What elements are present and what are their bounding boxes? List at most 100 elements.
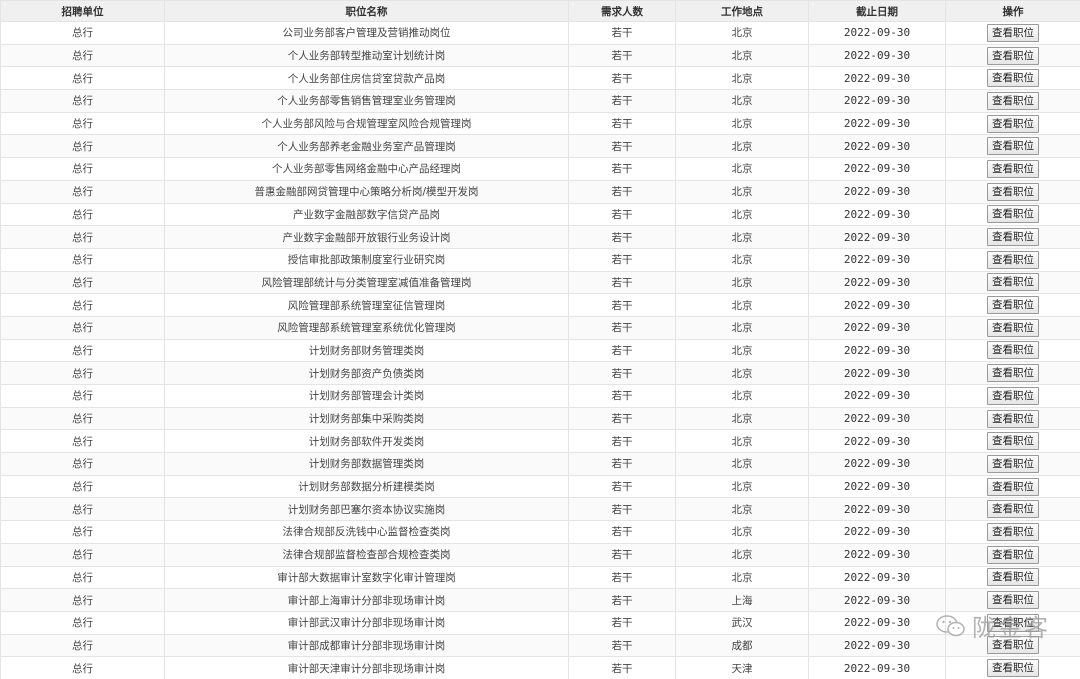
cell-location: 北京 xyxy=(675,157,809,181)
job-table: 招聘单位 职位名称 需求人数 工作地点 截止日期 操作 总行 公司业务部客户管理及… xyxy=(0,0,1080,679)
cell-location: 成都 xyxy=(675,633,809,658)
cell-title: 风险管理部统计与分类管理室减值准备管理岗 xyxy=(164,270,569,295)
view-job-button[interactable]: 查看职位 xyxy=(987,386,1039,405)
cell-count: 若干 xyxy=(568,542,676,567)
cell-location: 北京 xyxy=(675,247,809,272)
cell-deadline: 2022-09-30 xyxy=(808,179,946,204)
cell-count: 若干 xyxy=(568,202,676,227)
cell-action: 查看职位 xyxy=(945,497,1080,522)
cell-deadline: 2022-09-30 xyxy=(808,157,946,181)
cell-location: 北京 xyxy=(675,338,809,363)
cell-count: 若干 xyxy=(568,384,676,408)
view-job-button[interactable]: 查看职位 xyxy=(987,46,1039,65)
view-job-button[interactable]: 查看职位 xyxy=(987,568,1039,587)
view-job-button[interactable]: 查看职位 xyxy=(987,545,1039,564)
cell-action: 查看职位 xyxy=(945,384,1080,408)
cell-deadline: 2022-09-30 xyxy=(808,474,946,499)
cell-unit: 总行 xyxy=(0,474,165,499)
cell-unit: 总行 xyxy=(0,111,165,136)
cell-count: 若干 xyxy=(568,157,676,181)
cell-unit: 总行 xyxy=(0,225,165,249)
cell-location: 北京 xyxy=(675,429,809,454)
view-job-button[interactable]: 查看职位 xyxy=(987,659,1039,678)
view-job-button[interactable]: 查看职位 xyxy=(987,91,1039,110)
view-job-button[interactable]: 查看职位 xyxy=(987,409,1039,428)
cell-deadline: 2022-09-30 xyxy=(808,21,946,45)
cell-deadline: 2022-09-30 xyxy=(808,520,946,544)
view-job-button[interactable]: 查看职位 xyxy=(987,137,1039,156)
cell-action: 查看职位 xyxy=(945,157,1080,181)
cell-action: 查看职位 xyxy=(945,361,1080,385)
cell-count: 若干 xyxy=(568,247,676,272)
table-row: 总行 个人业务部住房信贷室贷款产品岗 若干 北京 2022-09-30 查看职位 xyxy=(0,66,1080,91)
cell-count: 若干 xyxy=(568,406,676,431)
cell-deadline: 2022-09-30 xyxy=(808,429,946,454)
cell-title: 计划财务部巴塞尔资本协议实施岗 xyxy=(164,497,569,522)
cell-action: 查看职位 xyxy=(945,338,1080,363)
view-job-button[interactable]: 查看职位 xyxy=(987,182,1039,201)
header-action: 操作 xyxy=(945,0,1080,22)
table-row: 总行 计划财务部集中采购类岗 若干 北京 2022-09-30 查看职位 xyxy=(0,406,1080,431)
view-job-button[interactable]: 查看职位 xyxy=(987,522,1039,541)
view-job-button[interactable]: 查看职位 xyxy=(987,454,1039,473)
table-row: 总行 计划财务部财务管理类岗 若干 北京 2022-09-30 查看职位 xyxy=(0,338,1080,363)
view-job-button[interactable]: 查看职位 xyxy=(987,250,1039,269)
cell-unit: 总行 xyxy=(0,588,165,612)
cell-location: 北京 xyxy=(675,474,809,499)
view-job-button[interactable]: 查看职位 xyxy=(987,273,1039,292)
cell-location: 北京 xyxy=(675,111,809,136)
view-job-button[interactable]: 查看职位 xyxy=(987,318,1039,337)
view-job-button[interactable]: 查看职位 xyxy=(987,205,1039,224)
view-job-button[interactable]: 查看职位 xyxy=(987,591,1039,610)
cell-unit: 总行 xyxy=(0,565,165,590)
view-job-button[interactable]: 查看职位 xyxy=(987,341,1039,360)
view-job-button[interactable]: 查看职位 xyxy=(987,114,1039,133)
cell-unit: 总行 xyxy=(0,66,165,91)
table-row: 总行 计划财务部数据分析建模类岗 若干 北京 2022-09-30 查看职位 xyxy=(0,474,1080,499)
view-job-button[interactable]: 查看职位 xyxy=(987,69,1039,88)
cell-deadline: 2022-09-30 xyxy=(808,66,946,91)
cell-count: 若干 xyxy=(568,66,676,91)
cell-action: 查看职位 xyxy=(945,656,1080,679)
cell-deadline: 2022-09-30 xyxy=(808,225,946,249)
header-title: 职位名称 xyxy=(164,0,569,22)
table-row: 总行 计划财务部资产负债类岗 若干 北京 2022-09-30 查看职位 xyxy=(0,361,1080,385)
view-job-button[interactable]: 查看职位 xyxy=(987,500,1039,519)
table-row: 总行 风险管理部系统管理室系统优化管理岗 若干 北京 2022-09-30 查看职位 xyxy=(0,315,1080,340)
cell-count: 若干 xyxy=(568,21,676,45)
cell-action: 查看职位 xyxy=(945,202,1080,227)
cell-title: 授信审批部政策制度室行业研究岗 xyxy=(164,247,569,272)
cell-action: 查看职位 xyxy=(945,21,1080,45)
table-row: 总行 审计部大数据审计室数字化审计管理岗 若干 北京 2022-09-30 查看职位 xyxy=(0,565,1080,590)
cell-title: 计划财务部集中采购类岗 xyxy=(164,406,569,431)
table-row: 总行 产业数字金融部数字信贷产品岗 若干 北京 2022-09-30 查看职位 xyxy=(0,202,1080,227)
view-job-button[interactable]: 查看职位 xyxy=(987,364,1039,383)
cell-action: 查看职位 xyxy=(945,429,1080,454)
cell-deadline: 2022-09-30 xyxy=(808,542,946,567)
view-job-button[interactable]: 查看职位 xyxy=(987,432,1039,451)
view-job-button[interactable]: 查看职位 xyxy=(987,477,1039,496)
cell-title: 个人业务部零售网络金融中心产品经理岗 xyxy=(164,157,569,181)
cell-unit: 总行 xyxy=(0,633,165,658)
cell-location: 上海 xyxy=(675,588,809,612)
view-job-button[interactable]: 查看职位 xyxy=(987,23,1039,42)
cell-action: 查看职位 xyxy=(945,520,1080,544)
cell-deadline: 2022-09-30 xyxy=(808,406,946,431)
cell-count: 若干 xyxy=(568,633,676,658)
cell-unit: 总行 xyxy=(0,43,165,68)
cell-title: 审计部天津审计分部非现场审计岗 xyxy=(164,656,569,679)
view-job-button[interactable]: 查看职位 xyxy=(987,159,1039,178)
cell-action: 查看职位 xyxy=(945,542,1080,567)
view-job-button[interactable]: 查看职位 xyxy=(987,296,1039,315)
cell-count: 若干 xyxy=(568,361,676,385)
cell-title: 个人业务部风险与合规管理室风险合规管理岗 xyxy=(164,111,569,136)
cell-title: 法律合规部反洗钱中心监督检查类岗 xyxy=(164,520,569,544)
cell-unit: 总行 xyxy=(0,247,165,272)
cell-deadline: 2022-09-30 xyxy=(808,633,946,658)
cell-action: 查看职位 xyxy=(945,293,1080,317)
cell-count: 若干 xyxy=(568,452,676,476)
table-row: 总行 计划财务部巴塞尔资本协议实施岗 若干 北京 2022-09-30 查看职位 xyxy=(0,497,1080,522)
cell-deadline: 2022-09-30 xyxy=(808,89,946,113)
header-deadline: 截止日期 xyxy=(808,0,946,22)
view-job-button[interactable]: 查看职位 xyxy=(987,228,1039,247)
